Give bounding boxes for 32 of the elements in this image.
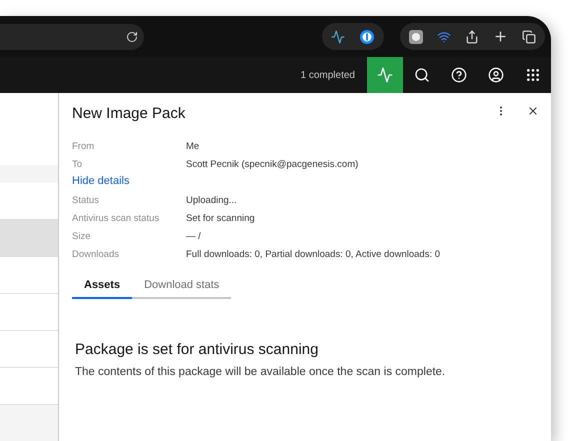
help-icon xyxy=(450,67,466,83)
extension-icon[interactable] xyxy=(331,30,345,44)
search-icon xyxy=(414,67,430,83)
detail-label: Size xyxy=(72,230,92,243)
tab[interactable]: Assets xyxy=(72,273,132,299)
detail-label: From xyxy=(72,140,96,153)
tabs-icon[interactable] xyxy=(522,30,536,44)
detail-value: Full downloads: 0, Partial downloads: 0, Active downloads: 0 xyxy=(186,248,442,261)
detail-value: Uploading... xyxy=(186,194,238,207)
pulse-icon xyxy=(377,67,393,83)
share-icon[interactable] xyxy=(465,30,479,44)
tab[interactable]: Download stats xyxy=(132,273,232,299)
reload-icon[interactable] xyxy=(126,30,138,42)
message-title: Package is set for antivirus scanning xyxy=(75,341,320,358)
close-icon[interactable] xyxy=(527,105,539,117)
extension-icon[interactable] xyxy=(359,28,375,44)
extension-icon[interactable] xyxy=(409,30,423,44)
detail-label: To xyxy=(72,158,84,171)
message-text: The contents of this package will be available once the scan is complete. xyxy=(75,366,446,378)
detail-label: Status xyxy=(72,194,100,207)
detail-label: Antivirus scan status xyxy=(72,212,160,225)
detail-value: Me xyxy=(186,140,200,153)
notification-text: 1 completed xyxy=(300,70,355,80)
detail-value: Set for scanning xyxy=(186,212,256,225)
panel-title: New Image Pack xyxy=(72,105,186,122)
user-icon xyxy=(488,67,504,83)
detail-label: Downloads xyxy=(72,248,120,261)
hide-details-link[interactable]: Hide details xyxy=(72,175,130,187)
grid-icon xyxy=(524,67,540,83)
new-tab-icon[interactable] xyxy=(493,29,508,44)
detail-value: Scott Pecnik (specnik@pacgenesis.com) xyxy=(186,158,360,171)
detail-value: — / xyxy=(186,230,202,243)
